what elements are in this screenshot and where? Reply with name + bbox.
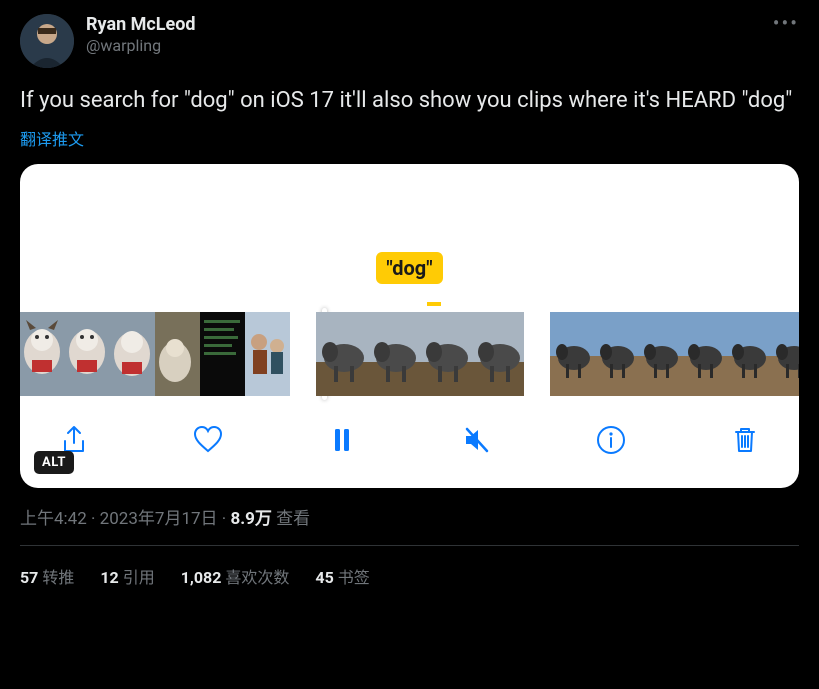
retweets-label: 转推 — [42, 568, 74, 587]
pause-icon[interactable] — [322, 420, 362, 460]
quotes-count: 12 — [100, 568, 118, 587]
tweet-text: If you search for "dog" on iOS 17 it'll … — [20, 86, 799, 116]
search-tag-wrap: "dog" — [20, 252, 799, 284]
media-card[interactable]: "dog" — [20, 164, 799, 488]
info-icon[interactable] — [591, 420, 631, 460]
handle[interactable]: @warpling — [86, 36, 773, 56]
tweet-date[interactable]: 2023年7月17日 — [100, 509, 218, 529]
bookmarks-count: 45 — [315, 568, 333, 587]
mute-icon[interactable] — [457, 420, 497, 460]
tweet-meta: 上午4:42 · 2023年7月17日 · 8.9万 查看 — [20, 504, 799, 529]
quotes-label: 引用 — [123, 568, 155, 587]
video-clip[interactable] — [316, 312, 524, 396]
translate-link[interactable]: 翻译推文 — [20, 126, 799, 150]
media-toolbar — [20, 398, 799, 488]
views-count: 8.9万 — [230, 509, 271, 529]
filmstrip — [20, 306, 799, 398]
bookmarks-label: 书签 — [338, 568, 370, 587]
video-clip[interactable] — [550, 312, 799, 396]
stat-quotes[interactable]: 12 引用 — [100, 564, 154, 588]
heart-icon[interactable] — [188, 420, 228, 460]
search-tag: "dog" — [376, 252, 442, 284]
tweet-stats: 57转推 12 引用 1,082喜欢次数 45 书签 — [20, 546, 799, 606]
retweets-count: 57 — [20, 568, 38, 587]
alt-badge[interactable]: ALT — [34, 451, 74, 474]
stat-likes[interactable]: 1,082喜欢次数 — [181, 564, 290, 588]
stat-bookmarks[interactable]: 45 书签 — [315, 564, 369, 588]
tweet-header: Ryan McLeod @warpling ••• — [20, 14, 799, 68]
display-name[interactable]: Ryan McLeod — [86, 14, 773, 36]
views-label: 查看 — [276, 509, 310, 529]
stat-retweets[interactable]: 57转推 — [20, 564, 74, 588]
likes-count: 1,082 — [181, 568, 222, 587]
tweet-container: Ryan McLeod @warpling ••• If you search … — [0, 0, 819, 606]
video-clip[interactable] — [20, 312, 290, 396]
tweet-time[interactable]: 上午4:42 — [20, 509, 87, 529]
more-icon[interactable]: ••• — [773, 14, 799, 32]
trash-icon[interactable] — [725, 420, 765, 460]
author-block: Ryan McLeod @warpling — [86, 14, 773, 56]
avatar[interactable] — [20, 14, 74, 68]
likes-label: 喜欢次数 — [225, 568, 289, 587]
